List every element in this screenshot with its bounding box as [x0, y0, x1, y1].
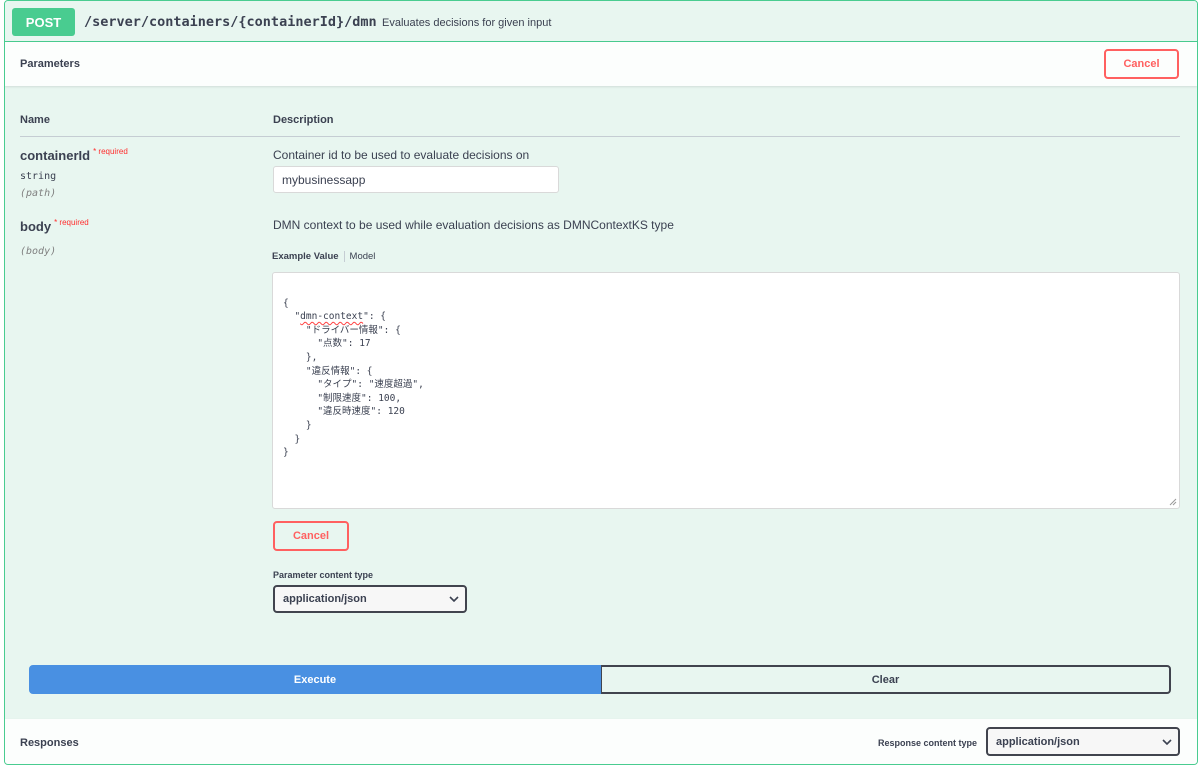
json-line: "制限速度": 100, [283, 392, 402, 404]
param-location: (path) [20, 188, 57, 199]
json-line: "違反情報": { [283, 365, 373, 377]
json-line: "dmn-context": { [283, 311, 386, 323]
cancel-try-button[interactable]: Cancel [1104, 49, 1179, 79]
response-content-type-label: Response content type [878, 738, 978, 748]
resize-handle-icon[interactable] [1169, 498, 1177, 506]
param-content-type-label: Parameter content type [273, 570, 374, 580]
responses-title: Responses [20, 737, 79, 749]
parameters-header: Parameters Cancel [5, 42, 1197, 86]
json-line: } [283, 447, 289, 459]
tab-example-value[interactable]: Example Value [272, 251, 345, 262]
param-type: string [20, 171, 57, 182]
execute-button[interactable]: Execute [29, 665, 601, 694]
containerid-input[interactable]: mybusinessapp [273, 166, 559, 193]
endpoint-path: /server/containers/{containerId}/dmn [84, 14, 377, 30]
response-content-type-value: application/json [996, 735, 1080, 748]
param-description-containerid: Container id to be used to evaluate deci… [273, 148, 530, 162]
json-content: { "dmn-context": { "ドライバー情報": { "点数": 17… [283, 297, 1169, 460]
operation-block: POST /server/containers/{containerId}/dm… [4, 0, 1198, 765]
responses-header: Responses Response content type applicat… [5, 719, 1197, 764]
param-content-type-select[interactable]: application/json [273, 585, 467, 613]
param-name-label: body [20, 219, 52, 234]
column-header-description: Description [273, 114, 334, 126]
table-divider [20, 136, 1180, 137]
response-content-type-select[interactable]: application/json [986, 727, 1180, 756]
clear-button[interactable]: Clear [601, 665, 1171, 694]
column-header-name: Name [20, 114, 50, 126]
json-line: "ドライバー情報": { [283, 324, 401, 336]
json-line: { [283, 297, 289, 309]
operation-summary[interactable]: POST /server/containers/{containerId}/dm… [5, 1, 1197, 42]
param-name-label: containerId [20, 148, 91, 163]
execute-wrapper: Execute Clear [29, 665, 1171, 694]
json-line: } [283, 419, 312, 431]
required-label: required [59, 218, 89, 227]
chevron-down-icon [1156, 738, 1178, 745]
param-name-containerid: containerId * required [20, 147, 128, 163]
example-model-tabs: Example Value Model [272, 251, 375, 262]
tab-model[interactable]: Model [345, 251, 376, 262]
spellcheck-word: dmn-context [300, 311, 364, 323]
json-line: }, [283, 351, 318, 363]
chevron-down-icon [443, 596, 465, 602]
param-description-body: DMN context to be used while evaluation … [273, 218, 674, 232]
param-name-body: body * required [20, 218, 89, 234]
endpoint-description: Evaluates decisions for given input [382, 17, 552, 29]
json-line: "違反時速度": 120 [283, 406, 405, 418]
method-badge: POST [12, 8, 75, 36]
param-content-type-value: application/json [283, 593, 367, 605]
parameters-title: Parameters [20, 58, 80, 70]
cancel-body-button[interactable]: Cancel [273, 521, 349, 551]
json-line: "タイプ": "速度超過", [283, 379, 424, 391]
json-line: "点数": 17 [283, 338, 371, 350]
json-line: } [283, 433, 301, 445]
required-marker: * required [54, 218, 89, 227]
param-location: (body) [20, 246, 57, 257]
body-json-editor[interactable]: { "dmn-context": { "ドライバー情報": { "点数": 17… [272, 272, 1180, 509]
required-label: required [98, 147, 128, 156]
required-marker: * required [93, 147, 128, 156]
